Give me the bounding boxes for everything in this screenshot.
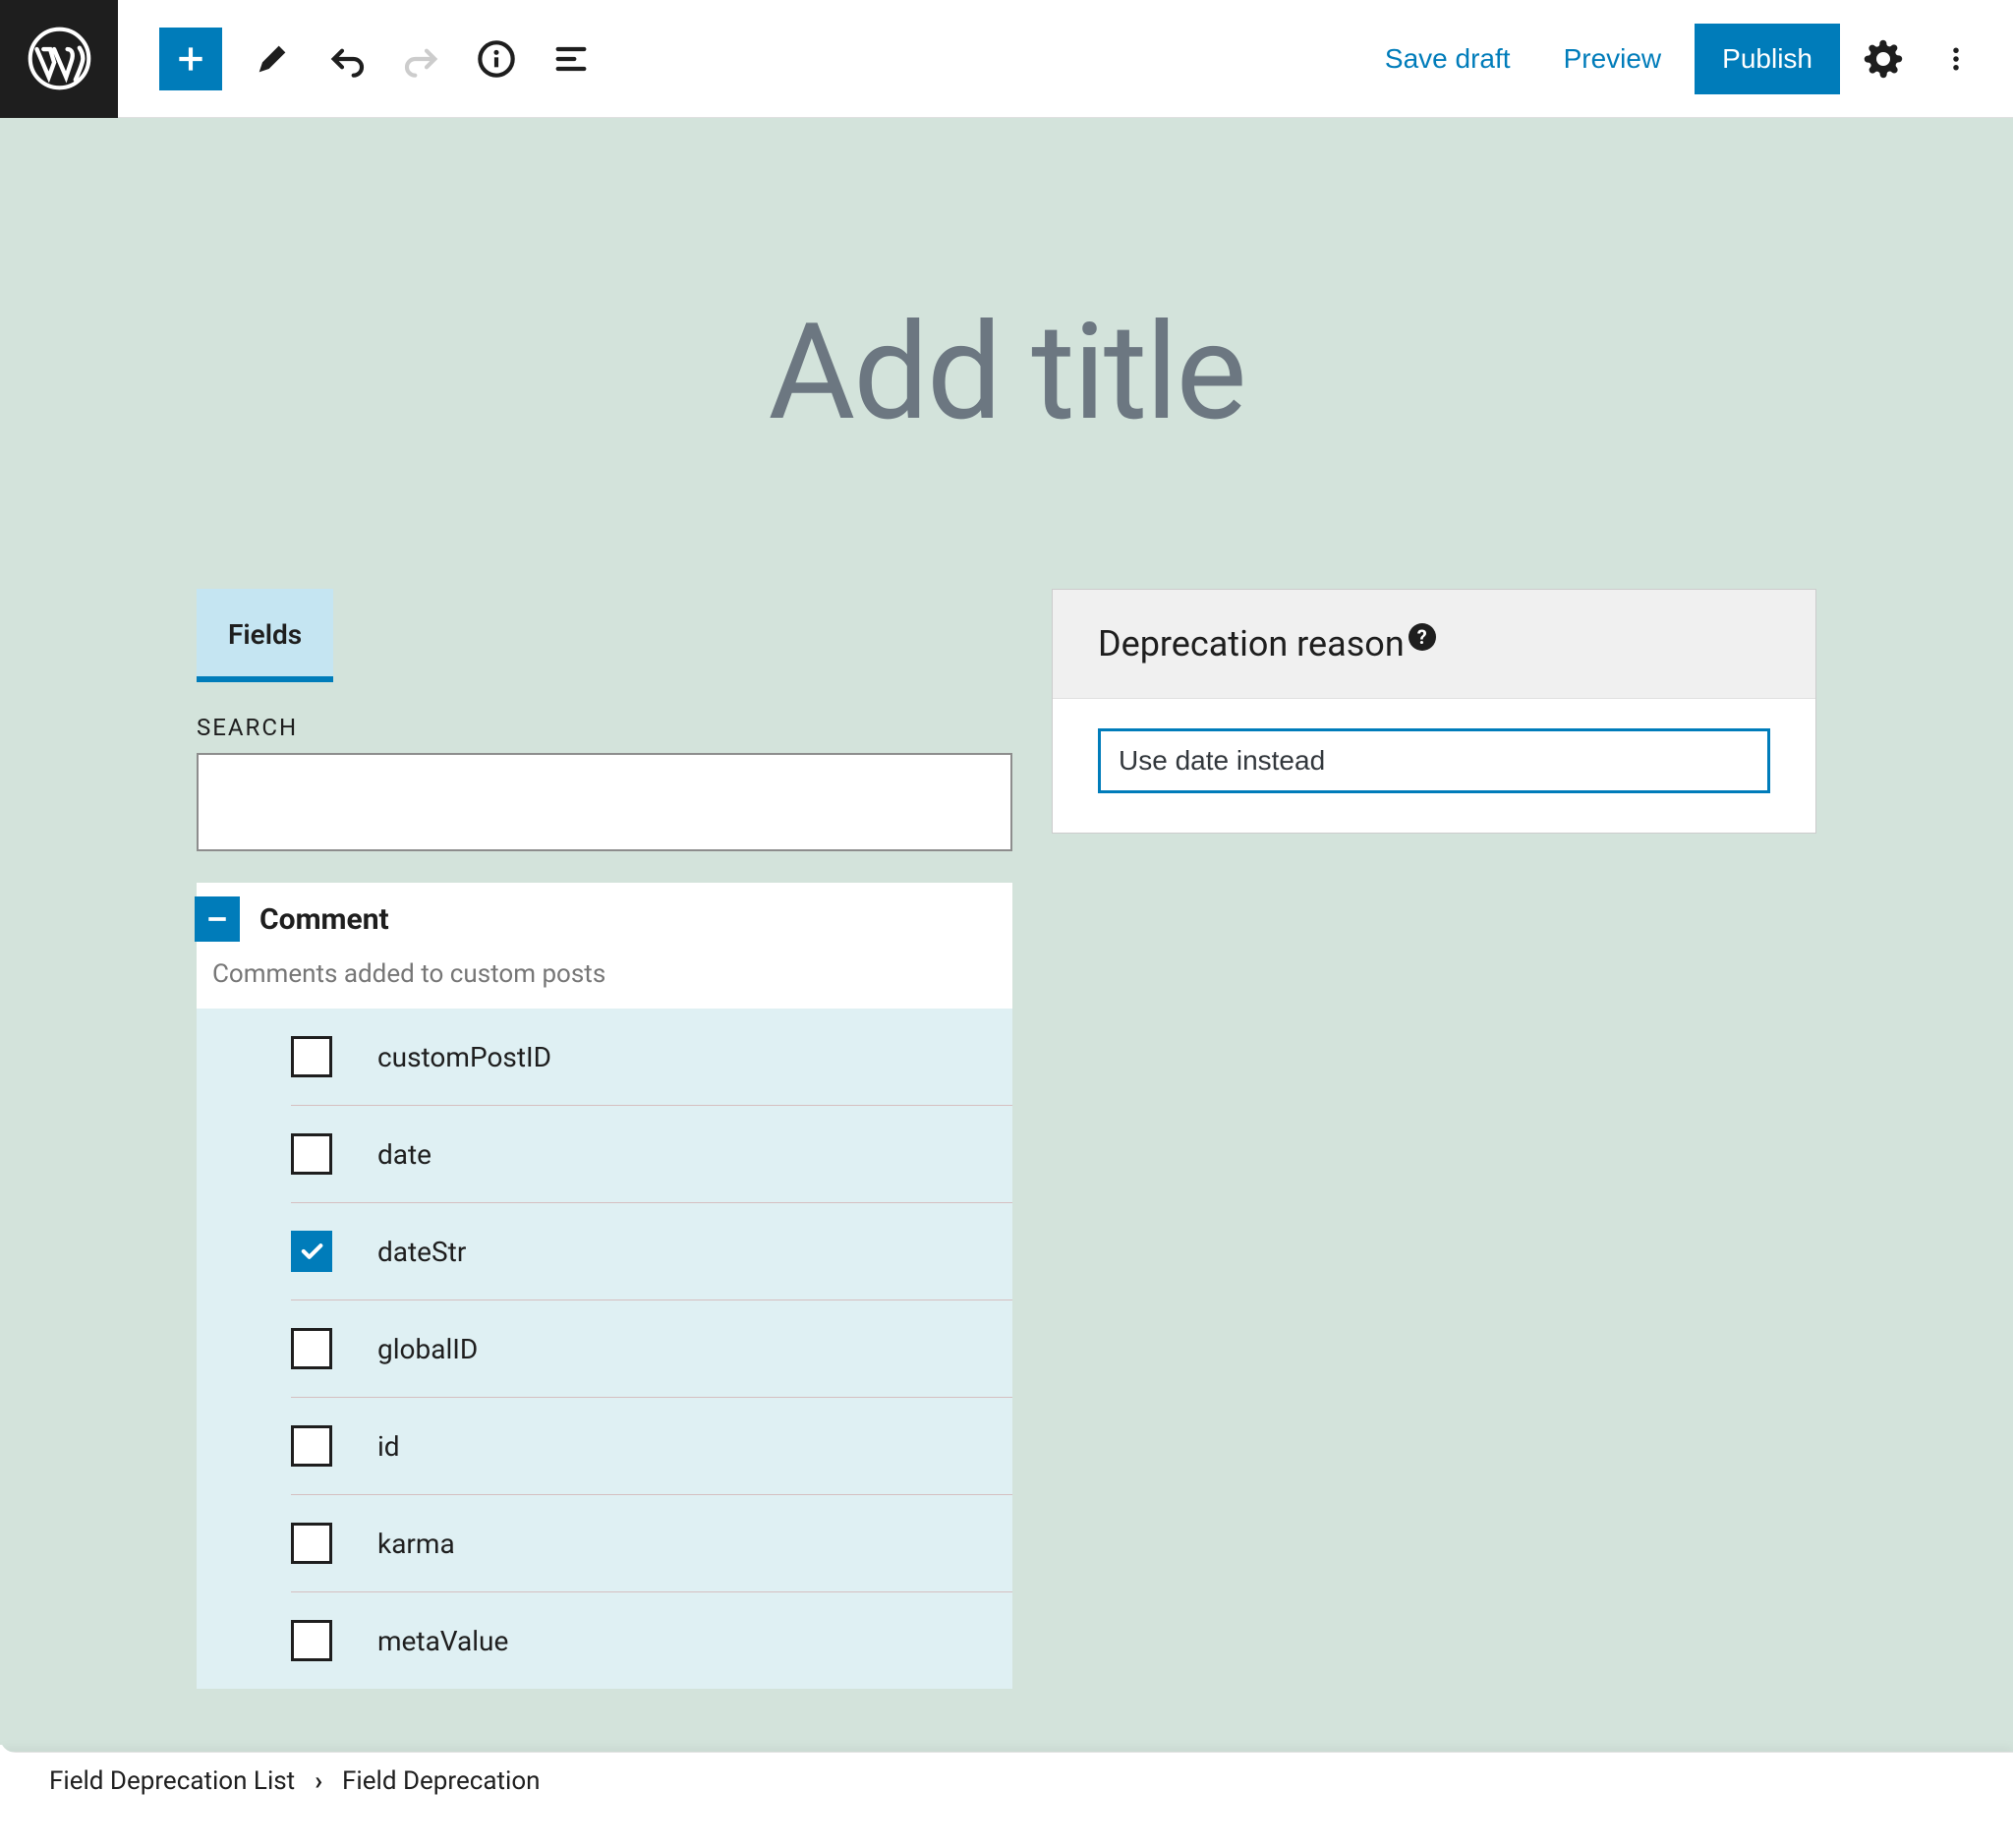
- field-checkbox[interactable]: [291, 1620, 332, 1661]
- field-label: date: [377, 1138, 431, 1171]
- wordpress-icon: [28, 27, 91, 90]
- search-section: SEARCH: [197, 682, 1012, 851]
- field-list: customPostID date dateStr globalID id karma me…: [197, 1009, 1012, 1689]
- field-checkbox[interactable]: [291, 1133, 332, 1175]
- list-item: globalID: [291, 1299, 1012, 1397]
- toolbar-right-group: Save draft Preview Publish: [1365, 24, 2013, 94]
- settings-button[interactable]: [1854, 29, 1913, 88]
- post-title-area[interactable]: Add title: [0, 118, 2013, 589]
- publish-button[interactable]: Publish: [1695, 24, 1840, 94]
- field-label: dateStr: [377, 1236, 466, 1268]
- chevron-right-icon: ›: [315, 1766, 322, 1796]
- pencil-icon: [253, 39, 292, 79]
- deprecation-reason-block: Deprecation reason ?: [1052, 589, 1816, 834]
- minus-icon: [202, 904, 232, 934]
- search-label: SEARCH: [197, 714, 1012, 741]
- field-label: id: [377, 1430, 400, 1463]
- search-input[interactable]: [197, 753, 1012, 851]
- info-icon: [477, 39, 516, 79]
- field-checkbox[interactable]: [291, 1523, 332, 1564]
- field-label: metaValue: [377, 1625, 508, 1657]
- post-title-placeholder: Add title: [0, 295, 2013, 451]
- field-checkbox[interactable]: [291, 1036, 332, 1077]
- deprecation-reason-header: Deprecation reason ?: [1053, 590, 1815, 699]
- deprecation-reason-input[interactable]: [1098, 728, 1770, 793]
- redo-button: [397, 34, 446, 84]
- breadcrumb-current[interactable]: Field Deprecation: [342, 1766, 541, 1796]
- field-checkbox[interactable]: [291, 1425, 332, 1467]
- toolbar-left-group: [118, 28, 596, 90]
- check-icon: [298, 1238, 325, 1265]
- wordpress-logo[interactable]: [0, 0, 118, 118]
- edit-mode-button[interactable]: [248, 34, 297, 84]
- field-checkbox[interactable]: [291, 1328, 332, 1369]
- save-draft-button[interactable]: Save draft: [1365, 24, 1530, 94]
- field-group-description: Comments added to custom posts: [197, 952, 1012, 1009]
- deprecation-reason-title: Deprecation reason: [1098, 623, 1405, 664]
- blocks-row: Fields SEARCH Comment Comments added to …: [0, 589, 2013, 1689]
- list-icon: [551, 39, 591, 79]
- more-options-button[interactable]: [1927, 29, 1985, 88]
- editor-canvas: Add title Fields SEARCH Comment Comments…: [0, 118, 2013, 1809]
- field-label: globalID: [377, 1333, 478, 1365]
- list-item: metaValue: [291, 1591, 1012, 1689]
- tab-fields[interactable]: Fields: [197, 589, 333, 682]
- field-group-header: Comment: [197, 883, 1012, 952]
- help-icon[interactable]: ?: [1409, 623, 1436, 651]
- list-item: dateStr: [291, 1202, 1012, 1299]
- deprecation-reason-body: [1053, 699, 1815, 833]
- breadcrumb-root[interactable]: Field Deprecation List: [49, 1766, 295, 1796]
- add-block-button[interactable]: [159, 28, 222, 90]
- field-group: Comment Comments added to custom posts c…: [197, 883, 1012, 1689]
- collapse-toggle[interactable]: [195, 896, 240, 942]
- editor-top-toolbar: Save draft Preview Publish: [0, 0, 2013, 118]
- undo-button[interactable]: [322, 34, 372, 84]
- field-group-title: Comment: [259, 902, 389, 937]
- list-item: id: [291, 1397, 1012, 1494]
- list-item: date: [291, 1105, 1012, 1202]
- list-item: customPostID: [291, 1009, 1012, 1105]
- fields-block: Fields SEARCH Comment Comments added to …: [197, 589, 1012, 1689]
- undo-icon: [327, 39, 367, 79]
- kebab-icon: [1941, 38, 1971, 80]
- field-label: karma: [377, 1528, 455, 1560]
- info-button[interactable]: [472, 34, 521, 84]
- field-label: customPostID: [377, 1041, 551, 1073]
- breadcrumb: Field Deprecation List › Field Deprecati…: [0, 1752, 2013, 1809]
- field-checkbox[interactable]: [291, 1231, 332, 1272]
- redo-icon: [402, 39, 441, 79]
- outline-button[interactable]: [546, 34, 596, 84]
- gear-icon: [1863, 38, 1904, 80]
- plus-icon: [171, 39, 210, 79]
- list-item: karma: [291, 1494, 1012, 1591]
- preview-button[interactable]: Preview: [1544, 24, 1682, 94]
